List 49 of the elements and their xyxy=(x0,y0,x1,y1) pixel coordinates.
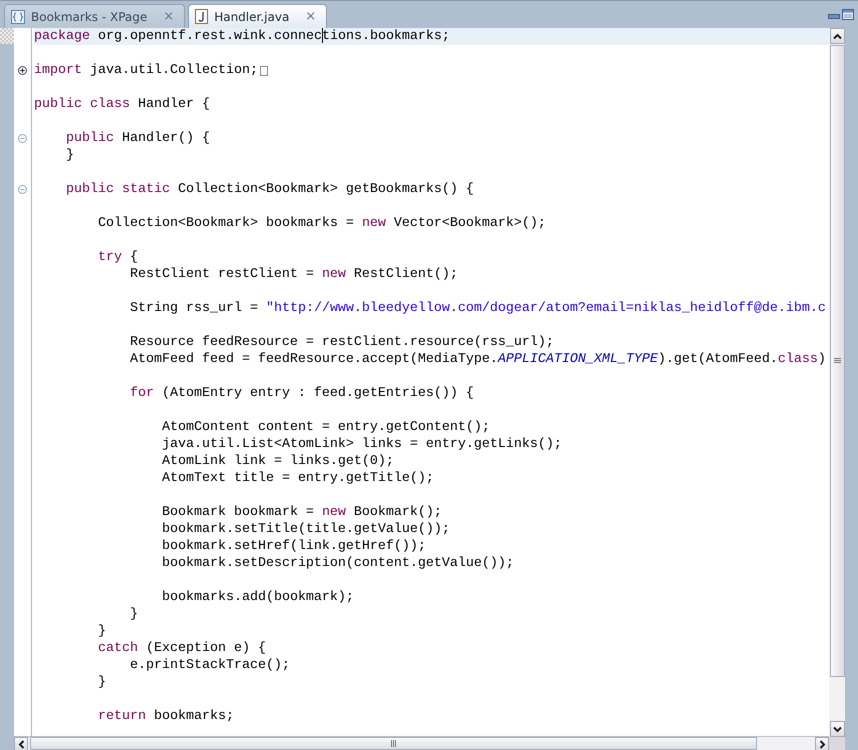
vertical-scrollbar[interactable] xyxy=(829,28,845,737)
code-line: } xyxy=(130,606,138,623)
code-line: } xyxy=(66,147,74,164)
code-line: AtomFeed feed = feedResource.accept(MediaType.APPLICATION_XML_TYPE).get(AtomFeed.class) xyxy=(130,351,826,368)
code-line: import java.util.Collection; xyxy=(34,62,258,79)
fold-toggle-icon[interactable] xyxy=(18,185,27,194)
code-line: bookmark.setTitle(title.getValue()); xyxy=(162,521,450,538)
code-line: return bookmarks; xyxy=(98,708,234,725)
editor-tab[interactable]: Handler.java × xyxy=(188,4,328,28)
close-icon[interactable]: × xyxy=(305,10,316,23)
code-line: AtomContent content = entry.getContent(); xyxy=(162,419,490,436)
folded-code-icon[interactable] xyxy=(260,66,268,76)
code-line: AtomText title = entry.getTitle(); xyxy=(162,470,434,487)
overview-marker xyxy=(0,28,14,44)
scroll-up-icon[interactable] xyxy=(830,28,844,44)
code-line: RestClient restClient = new RestClient(); xyxy=(130,266,458,283)
code-line: for (AtomEntry entry : feed.getEntries()) { xyxy=(130,385,474,402)
code-line: String rss_url = "http://www.bleedyellow.com/dogear/atom?email=niklas_heidloff@de.ibm.c xyxy=(130,300,826,317)
code-line: bookmarks.add(bookmark); xyxy=(162,589,354,606)
code-line: Bookmark bookmark = new Bookmark(); xyxy=(162,504,442,521)
code-line: package org.openntf.rest.wink.connections.bookmarks; xyxy=(34,28,450,46)
scroll-left-icon[interactable] xyxy=(14,737,28,750)
code-line: catch (Exception e) { xyxy=(98,640,266,657)
code-line: Resource feedResource = restClient.resource(rss_url); xyxy=(130,334,554,351)
scroll-down-icon[interactable] xyxy=(830,721,844,737)
code-line: public class Handler { xyxy=(34,96,210,113)
horizontal-scrollbar[interactable] xyxy=(14,736,829,750)
code-line: AtomLink link = links.get(0); xyxy=(162,453,394,470)
code-line: e.printStackTrace(); xyxy=(130,657,290,674)
fold-toggle-icon[interactable] xyxy=(18,66,27,75)
code-line: Collection<Bookmark> bookmarks = new Vector<Bookmark>(); xyxy=(98,215,546,232)
scroll-right-icon[interactable] xyxy=(815,737,829,750)
fold-toggle-icon[interactable] xyxy=(18,134,27,143)
code-line: } xyxy=(98,623,106,640)
scrollbar-thumb[interactable] xyxy=(30,737,757,750)
code-line: java.util.List<AtomLink> links = entry.getLinks(); xyxy=(162,436,562,453)
code-line: } xyxy=(98,674,106,691)
code-line: public Handler() { xyxy=(66,130,210,147)
minimize-icon[interactable] xyxy=(828,14,840,20)
scrollbar-corner xyxy=(829,737,845,750)
java-file-icon xyxy=(195,9,208,24)
braces-file-icon xyxy=(11,10,25,24)
code-line: bookmark.setHref(link.getHref()); xyxy=(162,538,426,555)
scrollbar-thumb[interactable] xyxy=(830,45,844,677)
maximize-icon[interactable] xyxy=(842,9,854,20)
code-line: try { xyxy=(98,249,138,266)
code-line: public static Collection<Bookmark> getBookmarks() { xyxy=(66,181,474,198)
code-line: bookmark.setDescription(content.getValue()); xyxy=(162,555,514,572)
editor-tab[interactable]: Bookmarks - XPage × xyxy=(4,4,186,28)
